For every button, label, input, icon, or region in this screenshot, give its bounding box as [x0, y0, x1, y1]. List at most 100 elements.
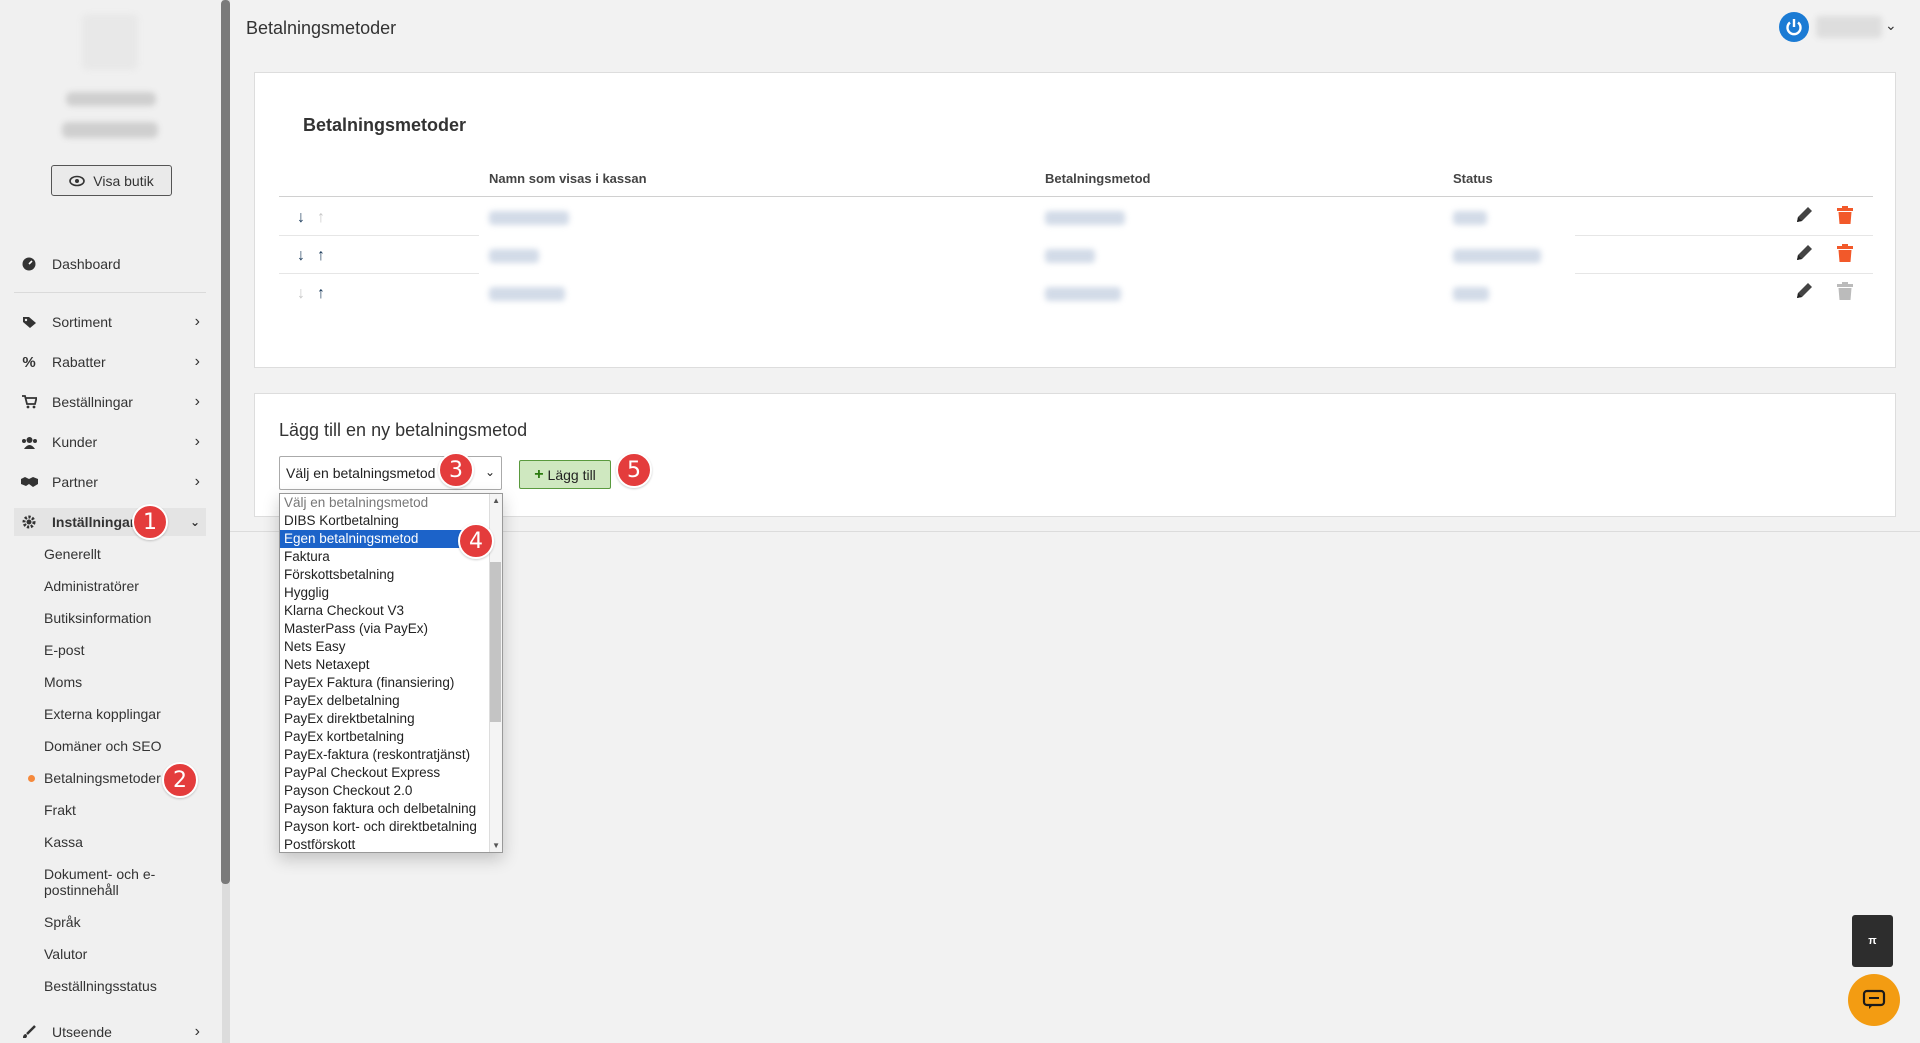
dropdown-option[interactable]: Välj en betalningsmetod — [280, 494, 502, 512]
sub-item-externa-kopplingar[interactable]: Externa kopplingar — [44, 706, 161, 722]
sub-item-valutor[interactable]: Valutor — [44, 946, 87, 962]
active-indicator-dot — [28, 775, 35, 782]
sub-item-kassa[interactable]: Kassa — [44, 834, 83, 850]
status-cell-blurred — [1453, 211, 1487, 225]
dropdown-option[interactable]: Klarna Checkout V3 — [280, 602, 502, 620]
sidebar-item-kunder[interactable]: Kunder › — [14, 428, 206, 456]
visa-butik-button[interactable]: Visa butik — [51, 165, 172, 196]
dropdown-scrollbar-thumb[interactable] — [490, 562, 501, 722]
step-badge-1: 1 — [132, 504, 168, 540]
move-up-icon[interactable]: ↑ — [317, 285, 325, 303]
delete-icon[interactable] — [1834, 242, 1856, 264]
sub-item-moms[interactable]: Moms — [44, 674, 82, 690]
power-icon[interactable] — [1779, 12, 1809, 42]
chevron-right-icon: › — [194, 473, 200, 490]
divider — [14, 292, 206, 293]
sub-item-sprak[interactable]: Språk — [44, 914, 81, 930]
dropdown-option[interactable]: PayEx Faktura (finansiering) — [280, 674, 502, 692]
dropdown-option[interactable]: MasterPass (via PayEx) — [280, 620, 502, 638]
name-cell-blurred — [489, 287, 565, 301]
dropdown-option[interactable]: Förskottsbetalning — [280, 566, 502, 584]
move-down-icon[interactable]: ↓ — [297, 247, 305, 265]
sub-item-dokument-line2[interactable]: postinnehåll — [44, 882, 119, 898]
user-name-blurred[interactable] — [1816, 16, 1882, 38]
card-title: Betalningsmetoder — [303, 115, 467, 135]
select-value: Välj en betalningsmetod — [286, 465, 436, 481]
cart-icon — [20, 395, 38, 409]
delete-icon-disabled — [1837, 282, 1853, 300]
scroll-down-icon[interactable]: ▼ — [492, 841, 500, 850]
dashboard-icon — [20, 257, 38, 271]
sub-item-administratorer[interactable]: Administratörer — [44, 578, 139, 594]
dropdown-option[interactable]: PayEx delbetalning — [280, 692, 502, 710]
sidebar-item-label: Dashboard — [52, 256, 121, 272]
move-down-icon[interactable]: ↓ — [297, 209, 305, 227]
move-down-icon: ↓ — [297, 285, 305, 302]
edit-icon[interactable] — [1793, 242, 1815, 264]
sub-item-domaner-och-seo[interactable]: Domäner och SEO — [44, 738, 162, 754]
move-up-icon[interactable]: ↑ — [317, 247, 325, 265]
edit-icon[interactable] — [1793, 204, 1815, 226]
edit-icon[interactable] — [1793, 280, 1815, 302]
method-cell-blurred — [1045, 287, 1121, 301]
dropdown-option[interactable]: PayEx-faktura (reskontratjänst) — [280, 746, 502, 764]
method-cell-blurred — [1045, 211, 1125, 225]
delete-icon[interactable] — [1834, 204, 1856, 226]
sub-item-dokument-line1[interactable]: Dokument- och e- — [44, 866, 155, 882]
sidebar-item-rabatter[interactable]: % Rabatter › — [14, 348, 206, 376]
sidebar-item-label: Partner — [52, 474, 98, 490]
store-url-blurred — [62, 122, 158, 138]
percent-icon: % — [22, 353, 36, 371]
scroll-up-icon[interactable]: ▲ — [492, 496, 500, 505]
column-header-method: Betalningsmetod — [1045, 171, 1151, 186]
step-badge-2: 2 — [162, 762, 198, 798]
table-header-line — [279, 196, 1873, 197]
tag-icon — [20, 316, 38, 329]
sub-item-generellt[interactable]: Generellt — [44, 546, 101, 562]
users-icon — [20, 436, 38, 449]
sidebar-item-dashboard[interactable]: Dashboard — [14, 250, 206, 278]
chevron-right-icon: › — [194, 313, 200, 330]
dropdown-option[interactable]: PayEx kortbetalning — [280, 728, 502, 746]
chevron-right-icon: › — [194, 433, 200, 450]
sub-item-butiksinformation[interactable]: Butiksinformation — [44, 610, 151, 626]
dropdown-option[interactable]: PayEx direktbetalning — [280, 710, 502, 728]
row-divider — [1575, 273, 1873, 274]
sidebar-item-sortiment[interactable]: Sortiment › — [14, 308, 206, 336]
sidebar-item-utseende[interactable]: Utseende › — [14, 1018, 206, 1043]
chevron-right-icon: › — [194, 393, 200, 410]
sidebar-scrollbar-thumb[interactable] — [221, 0, 230, 884]
row-divider — [1575, 235, 1873, 236]
store-name-blurred — [66, 92, 156, 106]
sidebar-item-bestallningar[interactable]: Beställningar › — [14, 388, 206, 416]
dropdown-option[interactable]: Payson kort- och direktbetalning — [280, 818, 502, 836]
sub-item-betalningsmetoder[interactable]: Betalningsmetoder — [44, 770, 161, 786]
sidebar-item-installningar[interactable]: Inställningar ⌄ — [14, 508, 206, 536]
dropdown-option[interactable]: Payson faktura och delbetalning — [280, 800, 502, 818]
chat-icon[interactable] — [1848, 974, 1900, 1026]
dropdown-option[interactable]: Hygglig — [280, 584, 502, 602]
sub-item-frakt[interactable]: Frakt — [44, 802, 76, 818]
sidebar-item-label: Inställningar — [52, 514, 136, 530]
page-title: Betalningsmetoder — [246, 18, 397, 38]
sub-item-bestallningsstatus[interactable]: Beställningsstatus — [44, 978, 157, 994]
sub-item-e-post[interactable]: E-post — [44, 642, 84, 658]
dropdown-option[interactable]: Payson Checkout 2.0 — [280, 782, 502, 800]
dropdown-option[interactable]: Nets Easy — [280, 638, 502, 656]
sidebar-item-partner[interactable]: Partner › — [14, 468, 206, 496]
chevron-down-icon[interactable]: ⌄ — [1885, 17, 1897, 34]
method-cell-blurred — [1045, 249, 1095, 263]
status-cell-blurred — [1453, 249, 1541, 263]
chevron-down-icon: ⌄ — [189, 515, 200, 529]
step-badge-3: 3 — [438, 452, 474, 488]
sidebar-item-label: Beställningar — [52, 394, 133, 410]
column-header-status: Status — [1453, 171, 1493, 186]
dropdown-option[interactable]: Nets Netaxept — [280, 656, 502, 674]
scroll-top-button[interactable]: π — [1852, 915, 1893, 967]
add-button[interactable]: + Lägg till — [519, 460, 611, 489]
dropdown-option[interactable]: Postförskott — [280, 836, 502, 852]
dropdown-option[interactable]: PayPal Checkout Express — [280, 764, 502, 782]
visa-butik-label: Visa butik — [93, 172, 154, 189]
sidebar-item-label: Utseende — [52, 1024, 112, 1040]
move-up-icon: ↑ — [317, 209, 325, 226]
